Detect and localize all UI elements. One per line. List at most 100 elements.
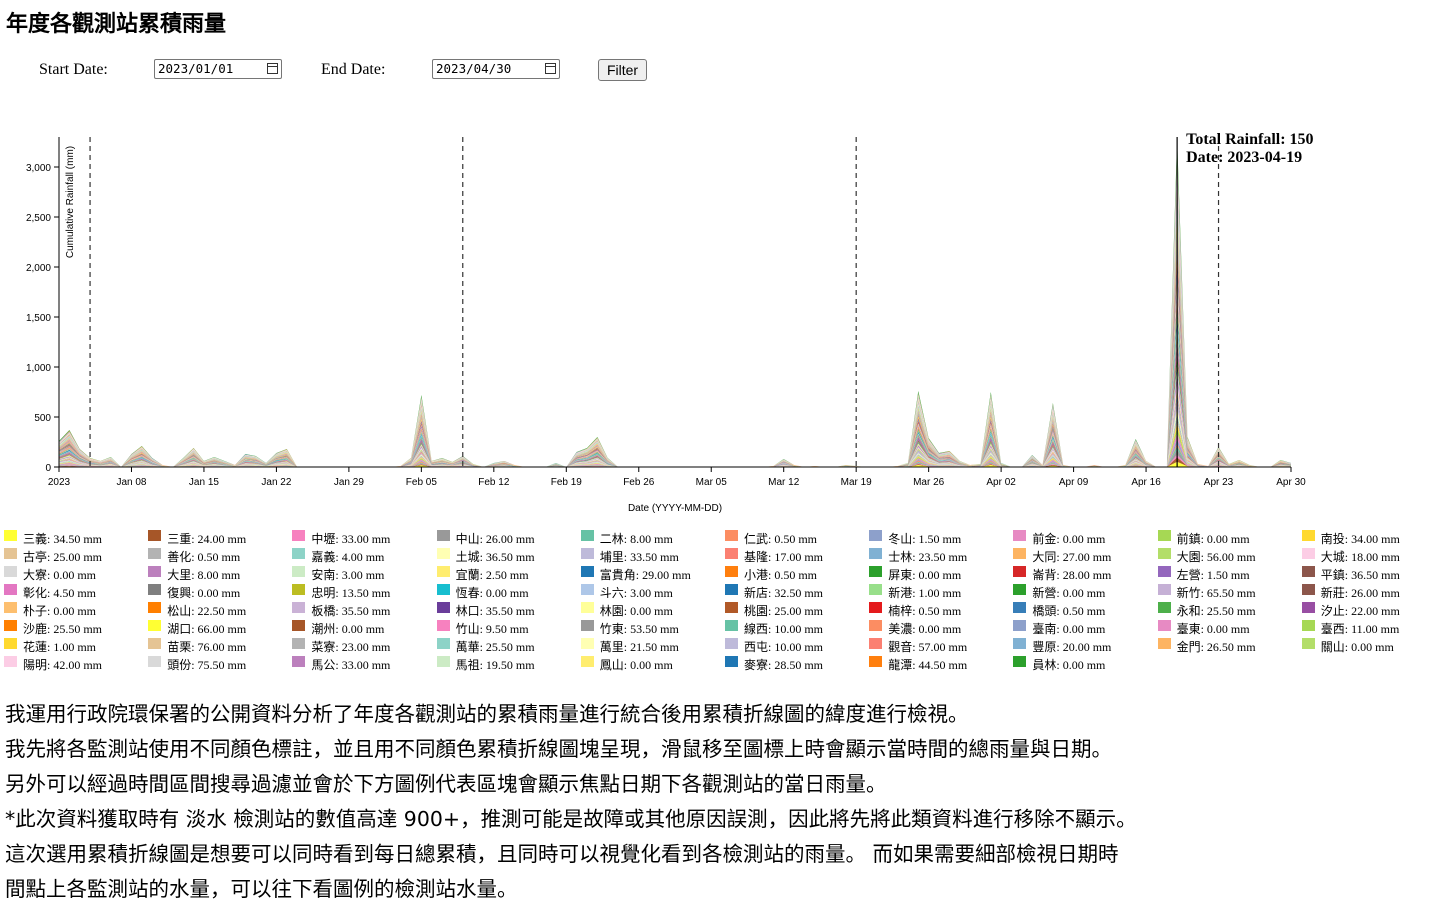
legend-swatch xyxy=(580,584,594,595)
legend-label: 士林: 23.50 mm xyxy=(888,550,968,564)
legend-swatch xyxy=(436,584,450,595)
x-tick-label: Feb 19 xyxy=(551,477,583,488)
legend-swatch xyxy=(436,638,450,649)
legend-item: 朴子: 0.00 mm xyxy=(4,600,148,618)
legend-item: 前鎮: 0.00 mm xyxy=(1157,528,1302,546)
legend-swatch xyxy=(1013,530,1027,541)
cumulative-rainfall-chart[interactable]: 0 500 1,000 1,500 2,000 2,500 3,000 2023 Jan 08 J… xyxy=(0,120,1445,520)
legend-swatch xyxy=(148,566,162,577)
legend-item: 二林: 8.00 mm xyxy=(580,528,725,546)
legend-item: 屏東: 0.00 mm xyxy=(869,564,1013,582)
legend-item: 土城: 36.50 mm xyxy=(436,546,581,564)
station-area-layer xyxy=(59,157,1291,467)
legend-label: 美濃: 0.00 mm xyxy=(888,622,962,636)
description-text: 我運用行政院環保署的公開資料分析了年度各觀測站的累積雨量進行統合後用累積折線圖的… xyxy=(5,697,1445,907)
calendar-icon[interactable] xyxy=(267,63,278,74)
legend-swatch xyxy=(1157,602,1171,613)
legend-item: 西屯: 10.00 mm xyxy=(725,636,869,654)
legend-item: 花蓮: 1.00 mm xyxy=(4,636,148,654)
legend-swatch xyxy=(1301,530,1315,541)
legend-label: 中山: 26.00 mm xyxy=(455,532,535,546)
station-area-layer xyxy=(59,219,1291,467)
legend-item: 桃園: 25.00 mm xyxy=(725,600,869,618)
station-area-layer xyxy=(59,326,1291,467)
legend-label: 復興: 0.00 mm xyxy=(167,586,241,600)
legend-item: 斗六: 3.00 mm xyxy=(580,582,725,600)
legend-label: 菜寮: 23.00 mm xyxy=(311,640,391,654)
legend-swatch xyxy=(148,584,162,595)
legend-label: 斗六: 3.00 mm xyxy=(599,586,673,600)
legend-label: 仁武: 0.50 mm xyxy=(744,532,818,546)
legend-swatch xyxy=(869,584,883,595)
end-date-input[interactable]: 2023/04/30 xyxy=(432,59,560,79)
legend-label: 三重: 24.00 mm xyxy=(167,532,247,546)
legend-label: 善化: 0.50 mm xyxy=(167,550,241,564)
legend-swatch xyxy=(436,620,450,631)
station-area-layer xyxy=(59,264,1291,467)
legend-item: 平鎮: 36.50 mm xyxy=(1301,564,1445,582)
legend-item: 林園: 0.00 mm xyxy=(580,600,725,618)
legend-label: 永和: 25.50 mm xyxy=(1176,604,1256,618)
legend-label: 臺南: 0.00 mm xyxy=(1032,622,1106,636)
legend-label: 萬里: 21.50 mm xyxy=(599,640,679,654)
legend-label: 汐止: 22.00 mm xyxy=(1320,604,1400,618)
legend-swatch xyxy=(1301,620,1315,631)
legend-label: 土城: 36.50 mm xyxy=(455,550,535,564)
station-area-layer xyxy=(59,210,1291,467)
station-area-layer xyxy=(59,178,1291,467)
start-date-input[interactable]: 2023/01/01 xyxy=(154,59,282,79)
hover-total-label: Total Rainfall: 150 xyxy=(1186,131,1313,148)
station-area-layer xyxy=(59,285,1291,467)
legend-item: 士林: 23.50 mm xyxy=(869,546,1013,564)
legend-swatch xyxy=(1157,566,1171,577)
legend-swatch xyxy=(725,602,738,613)
calendar-icon[interactable] xyxy=(545,63,556,74)
legend-label: 橋頭: 0.50 mm xyxy=(1032,604,1106,618)
legend-swatch xyxy=(1013,548,1027,559)
legend-item: 陽明: 42.00 mm xyxy=(4,654,148,672)
station-area-layer xyxy=(59,305,1291,467)
y-tick-label: 500 xyxy=(34,413,51,424)
legend-item: 彰化: 4.50 mm xyxy=(4,582,148,600)
legend-label: 楠梓: 0.50 mm xyxy=(888,604,962,618)
station-area-layer xyxy=(59,237,1291,467)
legend-item: 觀音: 57.00 mm xyxy=(869,636,1013,654)
legend-label: 冬山: 1.50 mm xyxy=(888,532,962,546)
station-area-layer xyxy=(59,362,1291,467)
end-date-label: End Date: xyxy=(321,61,386,78)
station-area-layer xyxy=(59,389,1291,467)
x-tick-label: Apr 16 xyxy=(1131,477,1161,488)
legend-label: 前金: 0.00 mm xyxy=(1032,532,1106,546)
y-axis-title: Cumulative Rainfall (mm) xyxy=(65,146,76,258)
filter-button[interactable]: Filter xyxy=(598,59,647,81)
legend-swatch xyxy=(4,548,17,559)
legend-item: 潮州: 0.00 mm xyxy=(292,618,436,636)
legend-label: 前鎮: 0.00 mm xyxy=(1176,532,1250,546)
legend-swatch xyxy=(436,566,450,577)
legend-swatch xyxy=(4,656,17,667)
legend-swatch xyxy=(869,638,883,649)
legend-item: 大里: 8.00 mm xyxy=(148,564,292,582)
station-area-layer xyxy=(59,155,1291,467)
legend-swatch xyxy=(4,566,17,577)
legend-label: 湖口: 66.00 mm xyxy=(167,622,247,636)
x-tick-label: Apr 09 xyxy=(1059,477,1089,488)
legend-swatch xyxy=(1157,638,1171,649)
legend-swatch xyxy=(1301,602,1315,613)
legend-item: 龍潭: 44.50 mm xyxy=(869,654,1013,672)
x-tick-label: Mar 12 xyxy=(768,477,800,488)
station-area-layer xyxy=(59,166,1291,467)
hover-date-label: Date: 2023-04-19 xyxy=(1186,149,1302,166)
legend-swatch xyxy=(1013,602,1027,613)
station-area-layer xyxy=(59,321,1291,467)
legend-label: 頭份: 75.50 mm xyxy=(167,658,247,672)
legend-swatch xyxy=(580,638,594,649)
legend-item: 三義: 34.50 mm xyxy=(4,528,148,546)
legend-label: 朴子: 0.00 mm xyxy=(23,604,97,618)
date-filter-bar: Start Date: 2023/01/01 End Date: 2023/04… xyxy=(0,56,700,86)
legend-item: 古亭: 25.00 mm xyxy=(4,546,148,564)
legend-swatch xyxy=(869,602,883,613)
legend-swatch xyxy=(725,620,738,631)
legend-swatch xyxy=(292,566,306,577)
station-area-layer xyxy=(59,366,1291,467)
